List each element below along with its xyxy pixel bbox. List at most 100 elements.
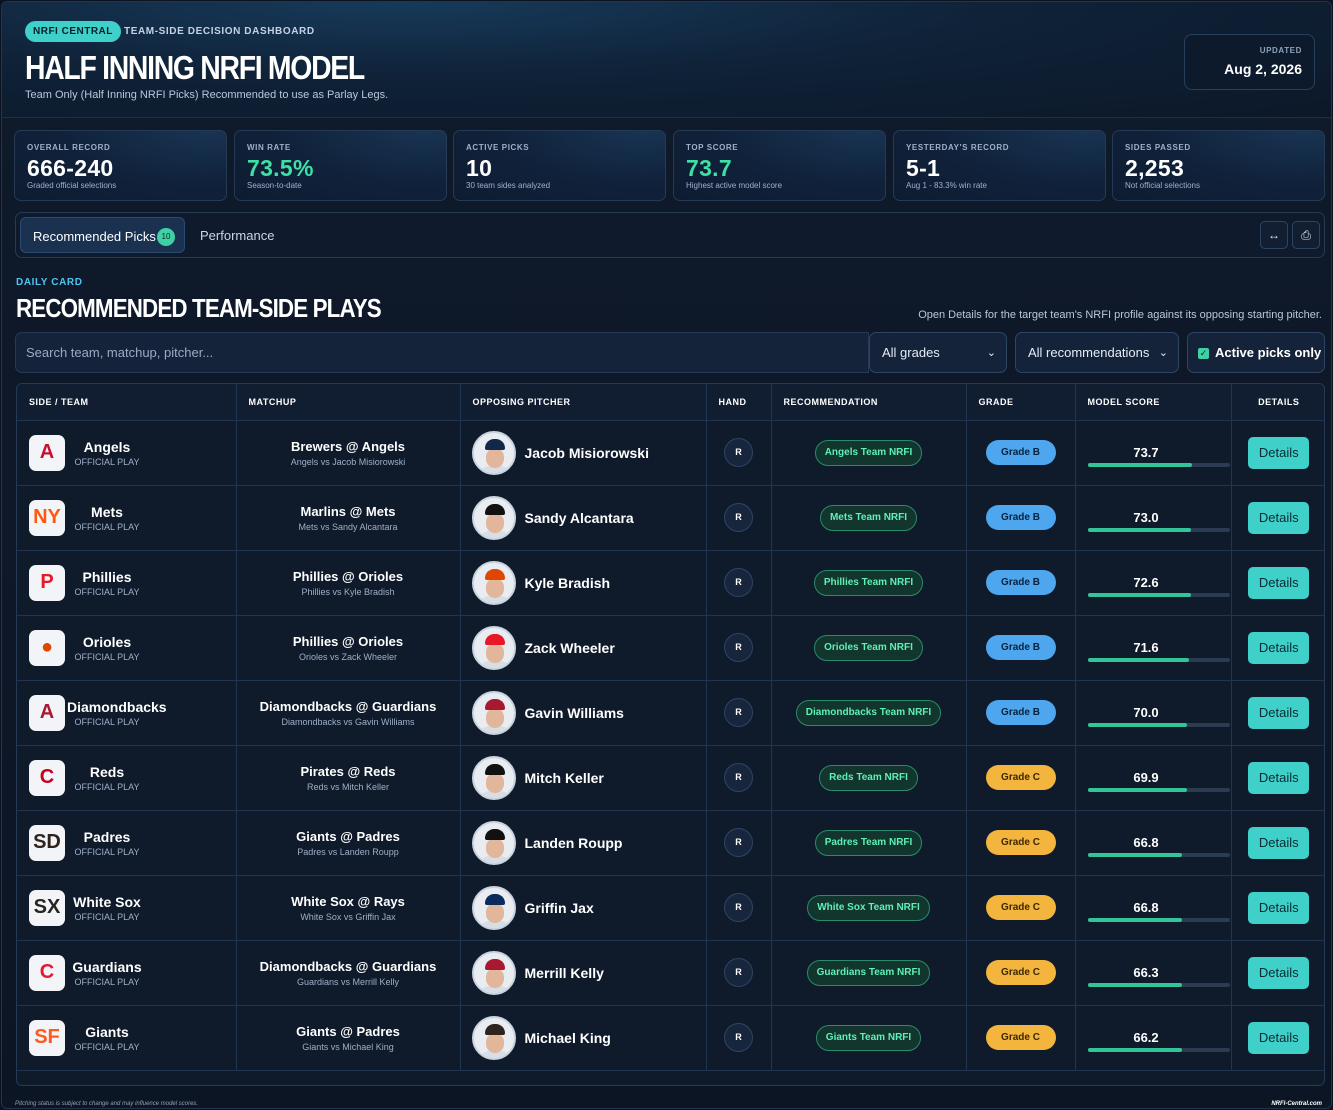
share-icon[interactable]: ⎙ (1292, 221, 1320, 249)
score-bar (1087, 722, 1230, 727)
table-row[interactable]: A Diamondbacks OFFICIAL PLAY Diamondback… (17, 680, 1324, 746)
hand-badge: R (724, 633, 753, 662)
recommendation-badge: Orioles Team NRFI (814, 634, 923, 661)
table-row[interactable]: C Reds OFFICIAL PLAY Pirates @ Reds Reds… (17, 745, 1324, 811)
play-tag: OFFICIAL PLAY (74, 976, 140, 987)
play-tag: OFFICIAL PLAY (74, 781, 140, 792)
details-button[interactable]: Details (1248, 501, 1310, 534)
grade-filter-select[interactable]: All grades ⌄ (869, 332, 1007, 373)
table-row[interactable]: A Angels OFFICIAL PLAY Brewers @ Angels … (17, 420, 1324, 486)
brand-badge[interactable]: NRFI CENTRAL (25, 21, 121, 42)
pitcher-cell: Jacob Misiorowski (460, 420, 707, 486)
recommendation-badge: White Sox Team NRFI (807, 894, 930, 921)
score-bar-fill (1087, 592, 1191, 597)
hand-cell: R (706, 615, 772, 681)
column-header[interactable]: MATCHUP (236, 384, 461, 421)
team-logo: C (29, 759, 65, 796)
details-button[interactable]: Details (1248, 1021, 1310, 1054)
details-button[interactable]: Details (1248, 436, 1310, 469)
details-button[interactable]: Details (1248, 631, 1310, 664)
stat-value: 2,253 (1125, 155, 1185, 181)
matchup: Brewers @ Angels (290, 438, 406, 454)
grade-cell: Grade B (966, 615, 1076, 681)
matchup: Diamondbacks @ Guardians (259, 958, 437, 974)
stat-card-active-picks: ACTIVE PICKS 10 30 team sides analyzed (453, 130, 666, 201)
column-header[interactable]: GRADE (966, 384, 1076, 421)
details-button[interactable]: Details (1248, 956, 1310, 989)
play-tag: OFFICIAL PLAY (74, 846, 140, 857)
stat-card-win-rate: WIN RATE 73.5% Season-to-date (234, 130, 447, 201)
team-logo: SD (29, 824, 65, 861)
play-tag: OFFICIAL PLAY (74, 456, 140, 467)
details-cell: Details (1231, 550, 1324, 616)
active-picks-toggle[interactable]: ✓ Active picks only (1187, 332, 1325, 373)
stat-label: ACTIVE PICKS (466, 143, 530, 152)
matchup-cell: Pirates @ Reds Reds vs Mitch Keller (236, 745, 461, 811)
score-cell: 72.6 (1075, 550, 1232, 616)
table-row[interactable]: SF Giants OFFICIAL PLAY Giants @ Padres … (17, 1005, 1324, 1071)
model-score: 72.6 (1133, 575, 1159, 590)
score-bar (1087, 852, 1230, 857)
recommendation-cell: Diamondbacks Team NRFI (771, 680, 967, 746)
model-score: 66.8 (1133, 900, 1159, 915)
logo-glyph: C (39, 961, 55, 983)
table-row[interactable]: P Phillies OFFICIAL PLAY Phillies @ Orio… (17, 550, 1324, 616)
grade-cell: Grade B (966, 420, 1076, 486)
pitcher-cell: Landen Roupp (460, 810, 707, 876)
stat-sub: Not official selections (1125, 181, 1200, 190)
score-cell: 66.2 (1075, 1005, 1232, 1071)
expand-icon[interactable]: ↔ (1260, 221, 1288, 249)
score-cell: 73.0 (1075, 485, 1232, 551)
details-button[interactable]: Details (1248, 761, 1310, 794)
recommendation-cell: Giants Team NRFI (771, 1005, 967, 1071)
column-header[interactable]: MODEL SCORE (1075, 384, 1232, 421)
details-button[interactable]: Details (1248, 891, 1310, 924)
details-button[interactable]: Details (1248, 696, 1310, 729)
pitcher-avatar (471, 885, 516, 930)
grade-cell: Grade B (966, 550, 1076, 616)
footer-site[interactable]: NRFI-Central.com (1271, 1101, 1322, 1107)
column-header[interactable]: RECOMMENDATION (771, 384, 967, 421)
table-row[interactable]: NY Mets OFFICIAL PLAY Marlins @ Mets Met… (17, 485, 1324, 551)
pitcher-name: Sandy Alcantara (524, 509, 634, 526)
column-header[interactable]: SIDE / TEAM (17, 384, 237, 421)
pitcher-avatar (471, 430, 516, 475)
matchup-cell: White Sox @ Rays White Sox vs Griffin Ja… (236, 875, 461, 941)
table-row[interactable]: ● Orioles OFFICIAL PLAY Phillies @ Oriol… (17, 615, 1324, 681)
tab-performance[interactable]: Performance (200, 228, 274, 243)
team-cell: P Phillies OFFICIAL PLAY (17, 550, 237, 616)
search-input[interactable]: Search team, matchup, pitcher... (15, 332, 869, 373)
play-tag: OFFICIAL PLAY (74, 911, 140, 922)
model-score: 73.0 (1133, 510, 1159, 525)
table-row[interactable]: SX White Sox OFFICIAL PLAY White Sox @ R… (17, 875, 1324, 941)
matchup-detail: Angels vs Jacob Misiorowski (290, 456, 406, 467)
table-row[interactable]: SD Padres OFFICIAL PLAY Giants @ Padres … (17, 810, 1324, 876)
recommendation-badge: Phillies Team NRFI (813, 569, 924, 596)
column-header[interactable]: DETAILS (1231, 384, 1324, 421)
details-button[interactable]: Details (1248, 826, 1310, 859)
model-score: 73.7 (1133, 445, 1159, 460)
recommendation-filter-select[interactable]: All recommendations ⌄ (1015, 332, 1179, 373)
hand-badge: R (724, 828, 753, 857)
table-row[interactable]: C Guardians OFFICIAL PLAY Diamondbacks @… (17, 940, 1324, 1006)
tab-recommended-picks[interactable]: Recommended Picks 10 (20, 217, 185, 253)
matchup-detail: Phillies vs Kyle Bradish (301, 586, 395, 597)
pitcher-avatar (471, 950, 516, 995)
stat-label: WIN RATE (247, 143, 291, 152)
grade-badge: Grade C (985, 1025, 1056, 1050)
column-header[interactable]: HAND (706, 384, 772, 421)
recommendation-cell: Phillies Team NRFI (771, 550, 967, 616)
table-body: A Angels OFFICIAL PLAY Brewers @ Angels … (17, 420, 1324, 1071)
team-name: Angels (83, 438, 131, 455)
recommendation-filter-value: All recommendations (1028, 345, 1150, 360)
logo-glyph: C (39, 766, 55, 788)
checkbox-icon[interactable]: ✓ (1198, 348, 1209, 359)
team-name: Mets (91, 503, 123, 520)
pitcher-avatar (471, 1015, 516, 1060)
grade-cell: Grade B (966, 485, 1076, 551)
details-button[interactable]: Details (1248, 566, 1310, 599)
column-header[interactable]: OPPOSING PITCHER (460, 384, 707, 421)
details-cell: Details (1231, 810, 1324, 876)
grade-cell: Grade C (966, 810, 1076, 876)
pitcher-name: Kyle Bradish (524, 574, 611, 591)
